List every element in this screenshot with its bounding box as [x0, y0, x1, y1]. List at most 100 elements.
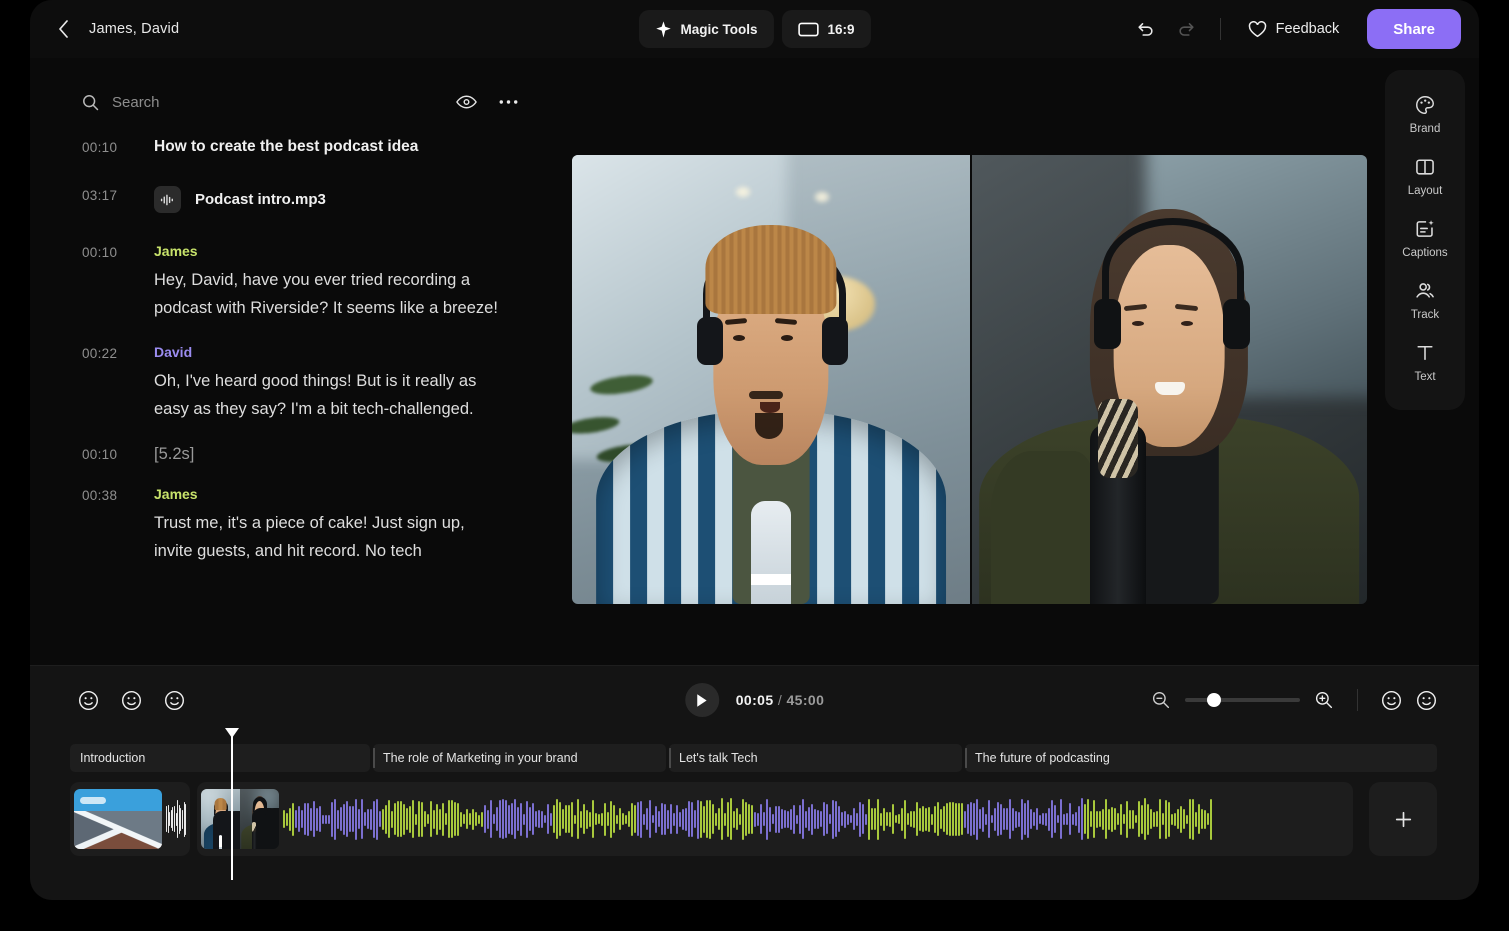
aspect-ratio-button[interactable]: 16:9 — [781, 10, 870, 48]
chapter-marker[interactable]: Introduction — [70, 744, 370, 772]
waveform-bar — [463, 814, 465, 824]
waveform-bar — [841, 812, 843, 826]
waveform-bar — [367, 809, 369, 829]
entry-time: 00:38 — [82, 486, 144, 565]
undo-button[interactable] — [1127, 11, 1163, 47]
playhead[interactable] — [231, 736, 233, 880]
waveform-bar — [184, 802, 185, 837]
waveform-bar — [787, 811, 789, 828]
waveform-bar — [442, 803, 444, 836]
waveform-bar — [409, 806, 411, 833]
transcript-more-button[interactable] — [490, 84, 526, 120]
waveform-bar — [601, 813, 603, 826]
rail-item-captions[interactable]: Captions — [1391, 208, 1459, 270]
waveform-bar — [526, 801, 528, 838]
waveform-bar — [943, 806, 945, 832]
waveform-bar — [469, 813, 471, 825]
waveform-bar — [1132, 810, 1134, 829]
waveform-bar — [340, 807, 342, 831]
waveform-bar — [772, 814, 774, 824]
chapter-marker[interactable]: The future of podcasting — [965, 744, 1437, 772]
back-button[interactable] — [46, 12, 80, 46]
waveform-bar — [562, 809, 564, 829]
waveform-bar — [712, 804, 714, 834]
heart-icon — [1248, 21, 1267, 38]
timeline-clip-intro[interactable] — [70, 782, 190, 856]
redo-button[interactable] — [1169, 11, 1205, 47]
zoom-knob[interactable] — [1207, 693, 1221, 707]
entry-time: 00:10 — [82, 445, 144, 464]
zoom-in-icon[interactable] — [1314, 690, 1334, 710]
waveform-bar — [697, 800, 699, 839]
page-title: James, David — [89, 21, 179, 37]
rail-item-layout[interactable]: Layout — [1391, 146, 1459, 208]
play-button[interactable] — [685, 683, 719, 717]
rail-item-track[interactable]: Track — [1391, 270, 1459, 332]
chapter-time: 00:10 — [82, 138, 144, 156]
waveform-bar — [865, 814, 867, 825]
waveform-bar — [643, 814, 645, 825]
waveform-bar — [628, 811, 630, 827]
smiley-icon[interactable] — [1416, 690, 1437, 711]
smiley-icon[interactable] — [121, 690, 142, 711]
waveform-bar — [1138, 801, 1140, 837]
zoom-slider[interactable] — [1185, 692, 1300, 708]
search-input[interactable] — [112, 94, 448, 111]
share-button[interactable]: Share — [1367, 9, 1461, 49]
waveform-bar — [673, 813, 675, 826]
waveform-bar — [1186, 815, 1188, 824]
feedback-button[interactable]: Feedback — [1236, 11, 1352, 47]
chapter-marker[interactable]: Let's talk Tech — [669, 744, 962, 772]
waveform-bar — [862, 804, 864, 834]
entry-text: Hey, David, have you ever tried recordin… — [154, 266, 504, 322]
waveform-bar — [307, 803, 309, 836]
waveform-bar — [481, 812, 483, 827]
waveform-bar — [823, 802, 825, 836]
waveform-bar — [790, 809, 792, 830]
waveform-bar — [1090, 811, 1092, 827]
waveform-bar — [565, 805, 567, 833]
transcript-chapter-row[interactable]: 00:10 How to create the best podcast ide… — [30, 138, 550, 156]
transcript-entry[interactable]: 00:10 James Hey, David, have you ever tr… — [30, 243, 550, 322]
audio-clip-time: 03:17 — [82, 186, 144, 213]
waveform-bar — [1159, 799, 1161, 839]
smiley-icon[interactable] — [78, 690, 99, 711]
waveform-bar — [757, 813, 759, 826]
timeline-panel: 00:05 / 45:00 — [30, 665, 1479, 900]
clip-waveform — [279, 797, 1349, 841]
waveform-bar — [760, 804, 762, 834]
video-preview[interactable] — [572, 155, 1367, 604]
magic-tools-button[interactable]: Magic Tools — [638, 10, 773, 48]
waveform-bar — [898, 814, 900, 824]
chapter-marker[interactable]: The role of Marketing in your brand — [373, 744, 666, 772]
waveform-bar — [325, 815, 327, 824]
toggle-visibility-button[interactable] — [448, 84, 484, 120]
waveform-bar — [928, 807, 930, 832]
waveform-bar — [973, 803, 975, 835]
transcript-audio-row[interactable]: 03:17 Podcast intro.mp3 — [30, 186, 550, 213]
waveform-bar — [619, 808, 621, 830]
waveform-bar — [1102, 809, 1104, 830]
waveform-bar — [1045, 813, 1047, 826]
timeline-clip-main[interactable] — [197, 782, 1353, 856]
waveform-bar — [844, 811, 846, 828]
waveform-bar — [1081, 798, 1083, 840]
waveform-bar — [180, 808, 181, 831]
waveform-bar — [1210, 799, 1212, 840]
waveform-bar — [766, 799, 768, 840]
zoom-out-icon[interactable] — [1151, 690, 1171, 710]
smiley-icon[interactable] — [164, 690, 185, 711]
waveform-bar — [1201, 809, 1203, 829]
smiley-icon[interactable] — [1381, 690, 1402, 711]
time-display: 00:05 / 45:00 — [736, 692, 825, 708]
waveform-bar — [523, 814, 525, 825]
transcript-entry[interactable]: 00:22 David Oh, I've heard good things! … — [30, 344, 550, 423]
waveform-bar — [334, 799, 336, 840]
transcript-entry[interactable]: 00:38 James Trust me, it's a piece of ca… — [30, 486, 550, 565]
transcript-silence-entry[interactable]: 00:10 [5.2s] — [30, 445, 550, 464]
waveform-bar — [1105, 799, 1107, 839]
rail-item-text[interactable]: Text — [1391, 332, 1459, 394]
rail-item-brand[interactable]: Brand — [1391, 84, 1459, 146]
waveform-bar — [676, 805, 678, 834]
add-track-button[interactable] — [1369, 782, 1437, 856]
